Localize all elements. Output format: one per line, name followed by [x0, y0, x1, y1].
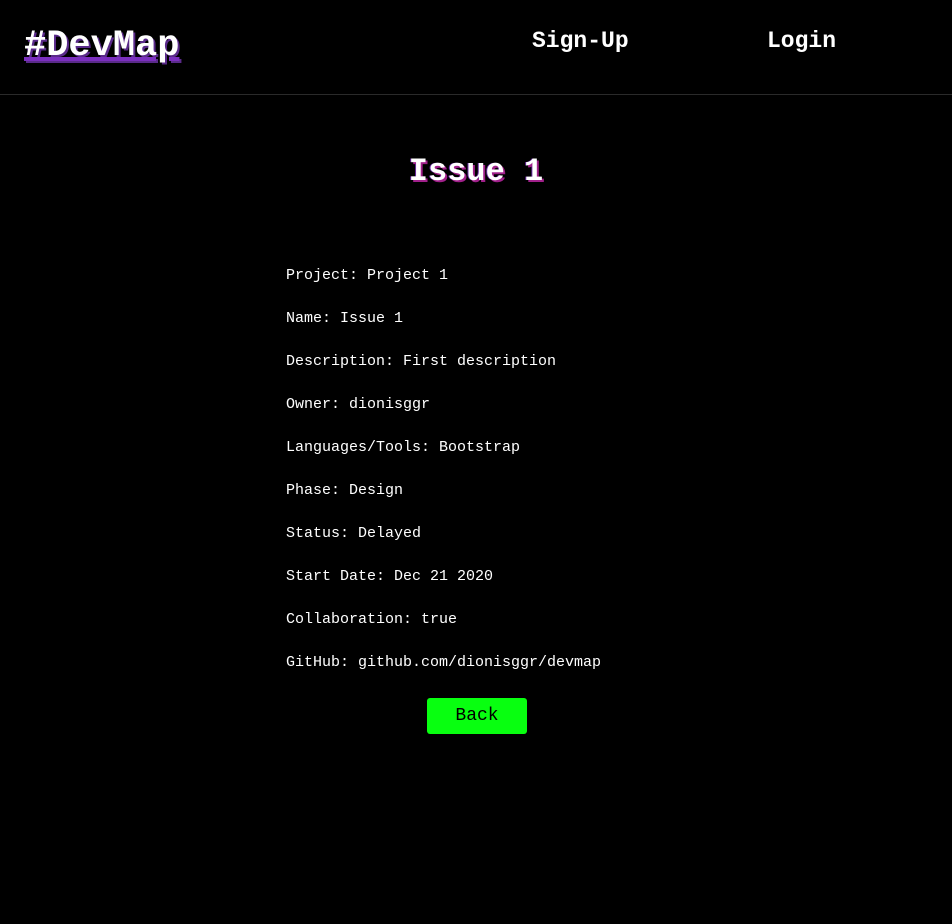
- issue-details: Project: Project 1 Name: Issue 1 Descrip…: [286, 266, 706, 696]
- detail-phase: Phase: Design: [286, 482, 404, 499]
- login-link[interactable]: Login: [767, 28, 836, 54]
- detail-status: Status: Delayed: [286, 525, 422, 542]
- navbar: #DevMap Sign-Up Login: [0, 0, 952, 95]
- detail-languages-tools: Languages/Tools: Bootstrap: [286, 439, 521, 456]
- detail-description: Description: First description: [286, 353, 557, 370]
- detail-project: Project: Project 1: [286, 267, 449, 284]
- detail-name: Name: Issue 1: [286, 310, 404, 327]
- page-title: Issue 1: [408, 153, 544, 190]
- back-button[interactable]: Back: [427, 698, 527, 734]
- signup-link[interactable]: Sign-Up: [532, 28, 629, 54]
- detail-owner: Owner: dionisggr: [286, 396, 431, 413]
- detail-start-date: Start Date: Dec 21 2020: [286, 568, 494, 585]
- detail-collaboration: Collaboration: true: [286, 611, 458, 628]
- detail-github: GitHub: github.com/dionisggr/devmap: [286, 654, 602, 671]
- brand-logo-link[interactable]: #DevMap: [24, 26, 179, 66]
